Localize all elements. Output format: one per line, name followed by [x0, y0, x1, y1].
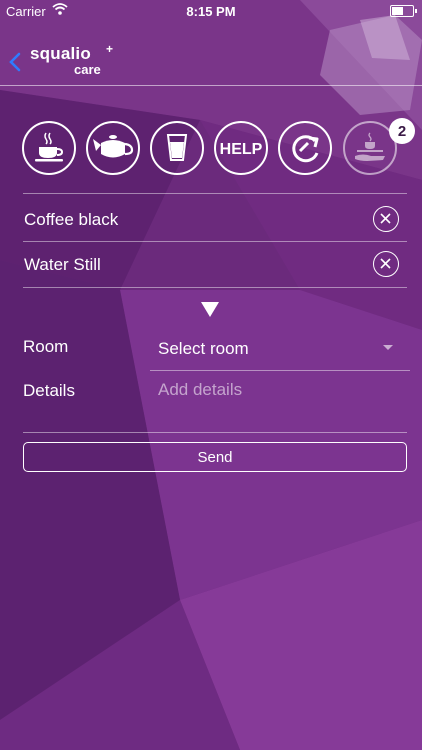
divider — [23, 241, 407, 242]
divider — [23, 287, 407, 288]
help-icon: HELP — [220, 141, 263, 158]
logo-mark: + — [106, 42, 114, 56]
divider — [150, 370, 410, 371]
coffee-cup-icon — [35, 132, 64, 162]
teapot-icon — [93, 135, 134, 158]
divider — [23, 193, 407, 194]
order-count-badge: 2 — [389, 118, 415, 144]
coffee-button[interactable] — [22, 121, 76, 175]
serving-tray-icon — [355, 132, 385, 161]
status-bar: Carrier 8:15 PM — [0, 0, 422, 22]
help-label: HELP — [220, 141, 263, 158]
nav-divider — [0, 85, 422, 86]
close-icon — [380, 258, 391, 269]
glass-icon — [166, 134, 188, 161]
remove-item-button[interactable] — [373, 251, 399, 277]
close-icon — [380, 213, 391, 224]
order-item-label: Coffee black — [24, 210, 119, 229]
nav-bar: squalio + care — [0, 40, 422, 84]
logo-sub: care — [74, 62, 101, 77]
refresh-icon — [292, 135, 319, 163]
help-button[interactable]: HELP — [214, 121, 268, 175]
room-select[interactable]: Select room — [158, 339, 249, 359]
water-button[interactable] — [150, 121, 204, 175]
refresh-button[interactable] — [278, 121, 332, 175]
order-item-row: Water Still — [23, 243, 407, 287]
room-label: Room — [23, 337, 69, 356]
tea-button[interactable] — [86, 121, 140, 175]
send-button[interactable]: Send — [23, 442, 407, 472]
logo-name: squalio — [30, 44, 91, 63]
expand-arrow-icon[interactable] — [201, 302, 219, 317]
divider — [23, 432, 407, 433]
chevron-down-icon[interactable] — [383, 345, 393, 350]
order-item-row: Coffee black — [23, 198, 407, 242]
clock: 8:15 PM — [186, 4, 236, 19]
back-arrow-icon[interactable] — [6, 50, 26, 74]
background-polygons — [0, 0, 422, 750]
quick-actions: HELP — [0, 121, 422, 181]
remove-item-button[interactable] — [373, 206, 399, 232]
app-logo: squalio + care — [30, 42, 113, 77]
details-label: Details — [23, 381, 75, 400]
details-input[interactable] — [158, 378, 398, 402]
order-item-label: Water Still — [24, 255, 101, 274]
battery-icon — [390, 5, 417, 17]
